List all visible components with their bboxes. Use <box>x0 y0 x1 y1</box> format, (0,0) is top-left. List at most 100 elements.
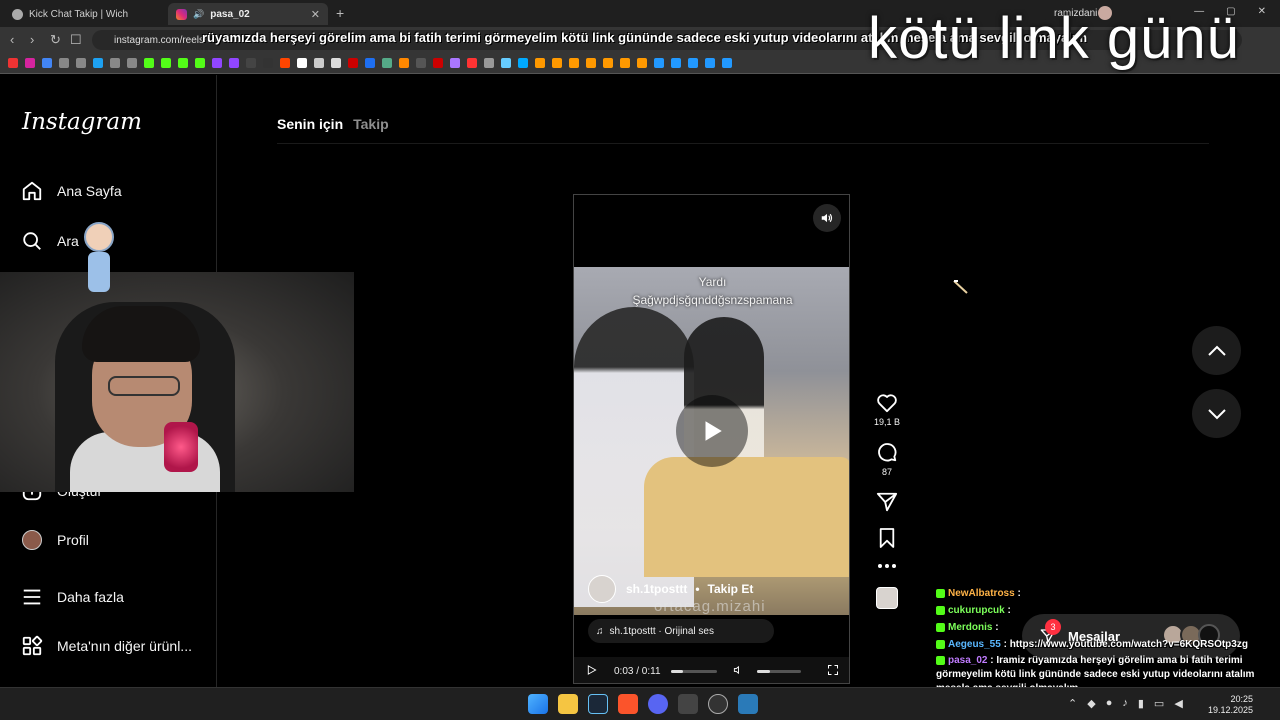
bookmark-favicon-icon[interactable] <box>8 58 18 68</box>
chat-username[interactable]: Aegeus_55 <box>948 639 1001 650</box>
bookmark-favicon-icon[interactable] <box>484 58 494 68</box>
bookmark-favicon-icon[interactable] <box>450 58 460 68</box>
chevron-up-icon[interactable]: ⌃ <box>1068 697 1077 710</box>
bookmark-favicon-icon[interactable] <box>535 58 545 68</box>
previous-reel-button[interactable] <box>1192 326 1241 375</box>
chat-username[interactable]: NewAlbatross <box>948 588 1015 599</box>
chat-username[interactable]: cukurupcuk <box>948 605 1005 616</box>
bookmark-favicon-icon[interactable] <box>331 58 341 68</box>
bookmark-favicon-icon[interactable] <box>297 58 307 68</box>
bookmark-favicon-icon[interactable] <box>552 58 562 68</box>
bookmark-favicon-icon[interactable] <box>76 58 86 68</box>
shield-icon[interactable]: ◆ <box>1087 697 1095 710</box>
play-overlay-button[interactable] <box>676 395 748 467</box>
instagram-logo[interactable]: Instagram <box>22 109 142 135</box>
bookmark-favicon-icon[interactable] <box>127 58 137 68</box>
play-icon[interactable] <box>586 664 598 679</box>
bookmark-favicon-icon[interactable] <box>144 58 154 68</box>
sound-toggle-button[interactable] <box>813 204 841 232</box>
bookmark-favicon-icon[interactable] <box>620 58 630 68</box>
author-name[interactable]: sh.1tposttt <box>626 582 687 596</box>
bookmark-favicon-icon[interactable] <box>314 58 324 68</box>
volume-icon[interactable] <box>733 664 745 679</box>
next-reel-button[interactable] <box>1192 389 1241 438</box>
mic-icon[interactable]: ▮ <box>1138 697 1144 710</box>
browser-tab-kick-chat[interactable]: Kick Chat Takip | Wich <box>4 3 164 25</box>
bookmark-favicon-icon[interactable] <box>654 58 664 68</box>
bookmark-favicon-icon[interactable] <box>433 58 443 68</box>
bookmark-favicon-icon[interactable] <box>212 58 222 68</box>
bookmark-favicon-icon[interactable] <box>178 58 188 68</box>
sidebar-item-more[interactable]: Daha fazla <box>20 585 124 609</box>
volume-slider[interactable] <box>756 669 801 673</box>
bookmark-favicon-icon[interactable] <box>263 58 273 68</box>
reel-player[interactable]: Yardı Şağwpdjsğqnddğsnzspamana sh.1tpost… <box>573 194 850 684</box>
bookmark-favicon-icon[interactable] <box>569 58 579 68</box>
comment-button[interactable]: 87 <box>876 441 898 477</box>
bookmark-favicon-icon[interactable] <box>705 58 715 68</box>
browser-tab-instagram[interactable]: 🔊 pasa_02 ✕ <box>168 3 328 25</box>
app-icon[interactable] <box>678 694 698 714</box>
more-options-button[interactable] <box>877 563 897 569</box>
close-window-button[interactable]: ✕ <box>1258 6 1266 17</box>
system-clock[interactable]: 20:25 19.12.2025 <box>1208 694 1253 716</box>
discord-icon[interactable] <box>648 694 668 714</box>
bookmark-favicon-icon[interactable] <box>586 58 596 68</box>
bookmark-favicon-icon[interactable] <box>399 58 409 68</box>
sidebar-item-meta[interactable]: Meta'nın diğer ürünl... <box>20 634 192 658</box>
bookmark-favicon-icon[interactable] <box>348 58 358 68</box>
bookmark-favicon-icon[interactable] <box>518 58 528 68</box>
bookmark-favicon-icon[interactable] <box>93 58 103 68</box>
chat-username[interactable]: pasa_02 <box>948 655 987 666</box>
forward-icon[interactable]: › <box>30 32 34 47</box>
app-icon[interactable] <box>738 694 758 714</box>
network-icon[interactable]: ▭ <box>1154 697 1164 710</box>
start-icon[interactable] <box>528 694 548 714</box>
sidebar-item-search[interactable]: Ara <box>20 229 79 253</box>
reload-icon[interactable]: ↻ <box>50 32 61 48</box>
progress-bar[interactable] <box>670 669 717 673</box>
audio-attribution[interactable]: ♫ sh.1tposttt · Orijinal ses <box>588 619 774 643</box>
author-avatar[interactable] <box>588 575 616 603</box>
bookmark-favicon-icon[interactable] <box>365 58 375 68</box>
close-tab-icon[interactable]: ✕ <box>311 8 320 21</box>
bookmark-favicon-icon[interactable] <box>416 58 426 68</box>
bookmark-favicon-icon[interactable] <box>59 58 69 68</box>
sidebar-item-profile[interactable]: Profil <box>20 528 89 552</box>
save-button[interactable] <box>878 527 896 549</box>
steam-tray-icon[interactable]: ● <box>1106 697 1113 710</box>
fullscreen-icon[interactable] <box>827 664 839 679</box>
bookmark-favicon-icon[interactable] <box>603 58 613 68</box>
share-button[interactable] <box>876 491 898 513</box>
new-tab-button[interactable]: + <box>336 5 344 21</box>
brave-icon[interactable] <box>618 694 638 714</box>
audio-thumbnail[interactable] <box>876 583 898 609</box>
bookmark-favicon-icon[interactable] <box>671 58 681 68</box>
steam-icon[interactable] <box>588 694 608 714</box>
bookmark-favicon-icon[interactable] <box>110 58 120 68</box>
bookmark-favicon-icon[interactable] <box>722 58 732 68</box>
tab-following[interactable]: Takip <box>353 116 389 132</box>
like-button[interactable]: 19,1 B <box>874 393 900 427</box>
speaker-tray-icon[interactable]: ♪ <box>1122 697 1128 710</box>
folder-icon[interactable] <box>558 694 578 714</box>
bookmark-favicon-icon[interactable] <box>382 58 392 68</box>
tab-for-you[interactable]: Senin için <box>277 116 343 132</box>
back-icon[interactable]: ‹ <box>10 32 14 47</box>
reel-video-frame[interactable]: Yardı Şağwpdjsğqnddğsnzspamana <box>574 267 849 615</box>
bookmark-favicon-icon[interactable] <box>688 58 698 68</box>
chat-username[interactable]: Merdonis <box>948 622 992 633</box>
bookmark-favicon-icon[interactable] <box>637 58 647 68</box>
bookmark-favicon-icon[interactable] <box>161 58 171 68</box>
bookmark-favicon-icon[interactable] <box>280 58 290 68</box>
bookmark-favicon-icon[interactable] <box>501 58 511 68</box>
volume-icon[interactable]: ◀ <box>1174 697 1182 710</box>
bookmark-favicon-icon[interactable] <box>195 58 205 68</box>
bookmark-favicon-icon[interactable] <box>467 58 477 68</box>
bookmark-favicon-icon[interactable] <box>42 58 52 68</box>
bookmark-icon[interactable]: ☐ <box>70 32 82 48</box>
bookmark-favicon-icon[interactable] <box>246 58 256 68</box>
sidebar-item-home[interactable]: Ana Sayfa <box>20 179 122 203</box>
app-icon[interactable] <box>708 694 728 714</box>
bookmark-favicon-icon[interactable] <box>25 58 35 68</box>
